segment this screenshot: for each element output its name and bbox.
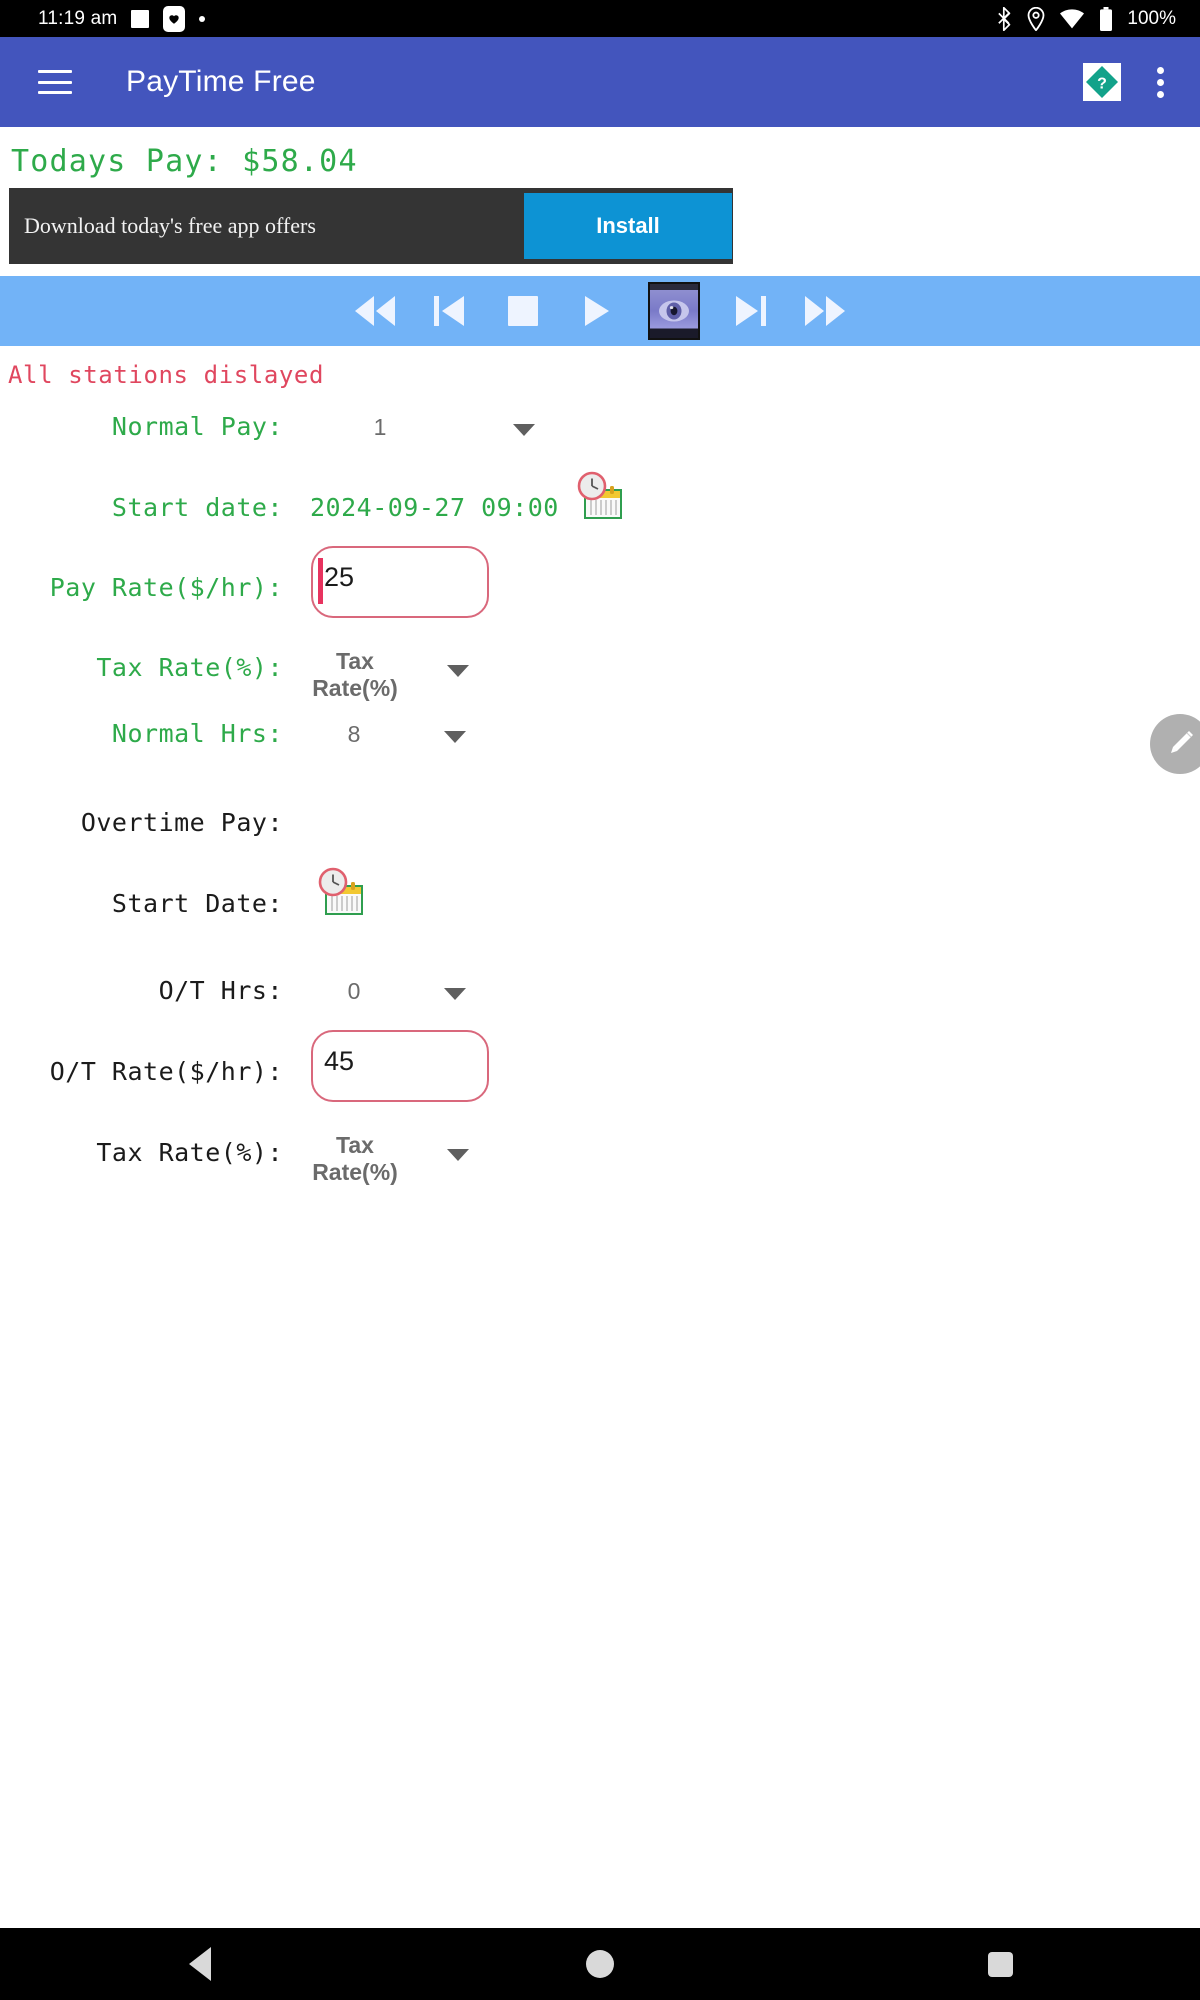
- fast-forward-icon[interactable]: [802, 288, 848, 334]
- normal-hrs-label: Normal Hrs:: [111, 719, 283, 748]
- normal-hrs-spinner-value[interactable]: 8: [334, 721, 374, 748]
- bluetooth-icon: [996, 6, 1013, 31]
- calendar-clock-icon[interactable]: [313, 867, 367, 919]
- system-status-bar: 11:19 am 100%: [0, 0, 1200, 37]
- todays-pay-label: Todays Pay: $58.04: [11, 144, 358, 179]
- square-icon: [131, 9, 150, 28]
- media-control-bar: [0, 276, 1200, 346]
- system-nav-bar: [0, 1928, 1200, 2000]
- help-diamond-icon[interactable]: ?: [1083, 63, 1121, 101]
- app-screen: 11:19 am 100% PayTime Free ? Todays Pay:…: [0, 0, 1200, 2000]
- app-bar-actions: ?: [1083, 59, 1200, 106]
- location-icon: [1027, 6, 1045, 31]
- ot-hrs-label: O/T Hrs:: [158, 976, 283, 1005]
- status-bar-clock: 11:19 am: [38, 7, 118, 29]
- tax-rate-ot-spinner-value[interactable]: Tax Rate(%): [300, 1132, 410, 1186]
- ot-rate-label: O/T Rate($/hr):: [49, 1057, 283, 1086]
- text-cursor: [318, 558, 323, 604]
- install-button[interactable]: Install: [524, 193, 732, 259]
- ot-start-date-label: Start Date:: [111, 889, 283, 918]
- hamburger-icon[interactable]: [38, 70, 72, 94]
- battery-icon: [1099, 6, 1113, 31]
- calendar-clock-icon[interactable]: [572, 471, 626, 523]
- stop-icon[interactable]: [500, 288, 546, 334]
- kebab-menu-icon[interactable]: [1151, 59, 1170, 106]
- play-icon[interactable]: [574, 288, 620, 334]
- chevron-down-icon[interactable]: [447, 665, 469, 677]
- overtime-pay-heading: Overtime Pay:: [80, 808, 283, 837]
- battery-percent-label: 100%: [1127, 7, 1176, 29]
- pay-rate-label: Pay Rate($/hr):: [49, 573, 283, 602]
- page-title: PayTime Free: [126, 65, 316, 98]
- start-date-value[interactable]: 2024-09-27 09:00: [310, 493, 559, 522]
- wifi-icon: [1059, 8, 1085, 29]
- ot-rate-value: 45: [324, 1046, 355, 1076]
- home-icon[interactable]: [564, 1928, 636, 2000]
- ot-rate-input[interactable]: 45: [311, 1030, 489, 1102]
- ad-text: Download today's free app offers: [24, 213, 316, 238]
- svg-text:?: ?: [1097, 76, 1107, 93]
- tax-rate-ot-label: Tax Rate(%):: [96, 1138, 283, 1167]
- pay-rate-input[interactable]: 25: [311, 546, 489, 618]
- pencil-icon: [1163, 727, 1197, 761]
- status-bar-right: 100%: [996, 6, 1200, 31]
- heart-badge-icon: [163, 5, 186, 32]
- chevron-down-icon[interactable]: [447, 1149, 469, 1161]
- normal-pay-spinner-value[interactable]: 1: [350, 414, 410, 441]
- previous-icon[interactable]: [426, 288, 472, 334]
- ot-hrs-spinner-value[interactable]: 0: [334, 978, 374, 1005]
- tax-rate-normal-label: Tax Rate(%):: [96, 653, 283, 682]
- stations-status-message: All stations dislayed: [8, 361, 325, 389]
- chevron-down-icon[interactable]: [444, 988, 466, 1000]
- pay-rate-value: 25: [324, 562, 355, 592]
- start-date-label: Start date:: [111, 493, 283, 522]
- app-bar: PayTime Free ?: [0, 37, 1200, 127]
- edit-fab[interactable]: [1150, 714, 1200, 774]
- normal-pay-label: Normal Pay:: [111, 412, 283, 441]
- recents-icon[interactable]: [964, 1928, 1036, 2000]
- back-icon[interactable]: [164, 1928, 236, 2000]
- status-bar-left: 11:19 am: [0, 5, 206, 32]
- tax-rate-normal-spinner-value[interactable]: Tax Rate(%): [300, 648, 410, 702]
- eye-icon[interactable]: [648, 282, 700, 340]
- chevron-down-icon[interactable]: [513, 424, 535, 436]
- next-icon[interactable]: [728, 288, 774, 334]
- ad-banner[interactable]: Download today's free app offers Install: [9, 188, 733, 264]
- dot-icon: [199, 15, 206, 22]
- rewind-icon[interactable]: [352, 288, 398, 334]
- chevron-down-icon[interactable]: [444, 731, 466, 743]
